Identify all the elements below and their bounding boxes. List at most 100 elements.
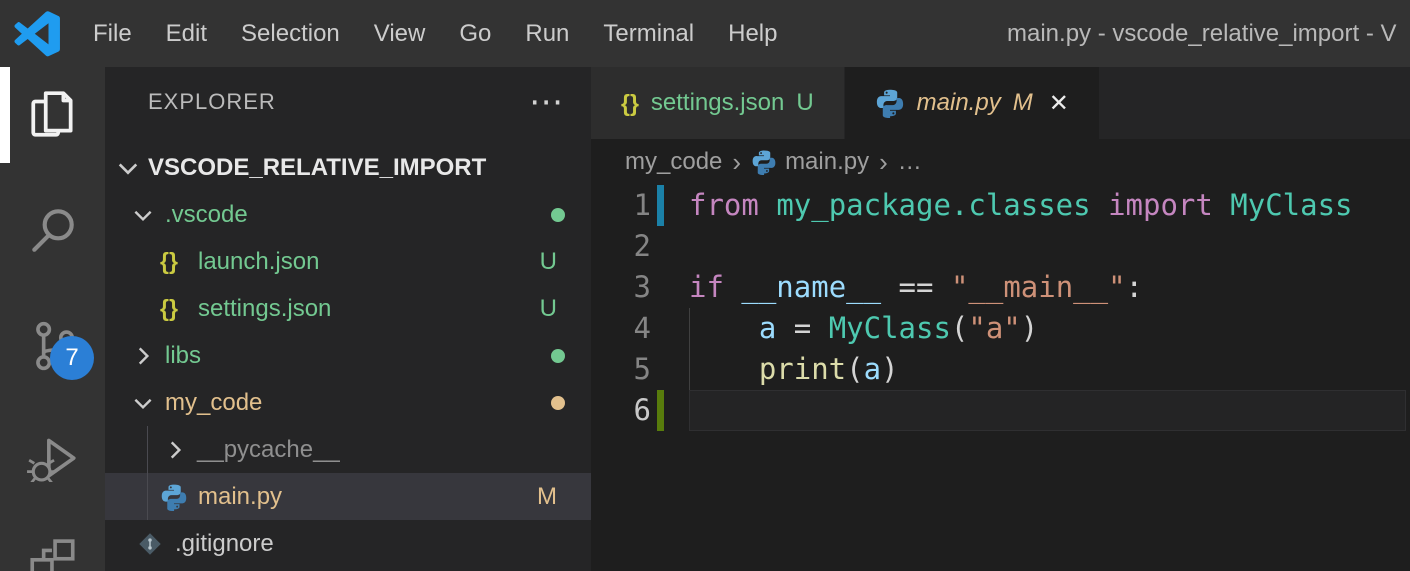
activity-item-extensions[interactable] [0, 517, 105, 571]
extensions-icon [26, 538, 80, 571]
code-line-1[interactable]: 1 from my_package.classes import MyClass [591, 185, 1410, 226]
git-status-dot-icon [551, 207, 565, 222]
window-title: main.py - vscode_relative_import - V [1007, 20, 1397, 47]
chevron-right-icon [131, 344, 157, 368]
tab-label: main.py [916, 89, 1001, 116]
line-number: 1 [633, 188, 651, 222]
python-icon [751, 149, 777, 175]
tab-label: settings.json [650, 89, 785, 116]
menu-item-view[interactable]: View [357, 20, 443, 48]
json-braces-icon: {} [160, 295, 178, 321]
code-line-6[interactable]: 6 [591, 390, 1410, 431]
workspace-root-row[interactable]: VSCODE_RELATIVE_IMPORT [105, 145, 591, 191]
vscode-logo-icon [14, 10, 60, 56]
git-gutter-modified-indicator [657, 185, 664, 226]
tree-item-gitignore[interactable]: .gitignore [105, 520, 591, 567]
python-icon [160, 483, 190, 511]
activity-item-explorer[interactable] [0, 67, 105, 163]
tree-item-label: .gitignore [175, 529, 274, 557]
current-line-highlight [689, 390, 1406, 431]
json-braces-icon: {} [160, 248, 178, 274]
code-line-text: from my_package.classes import MyClass [689, 188, 1353, 222]
json-braces-icon: {} [621, 89, 639, 116]
tree-item-label: my_code [165, 388, 263, 416]
views-and-more-actions-button[interactable]: ⋯ [529, 85, 563, 119]
activity-item-search[interactable] [0, 182, 105, 278]
close-icon[interactable]: ✕ [1049, 89, 1069, 118]
tree-item-settings-json[interactable]: {} settings.json U [105, 285, 591, 332]
git-status-dot-icon [551, 348, 565, 363]
chevron-down-icon [131, 203, 157, 227]
breadcrumb-item-my-code[interactable]: my_code [625, 148, 722, 176]
files-icon [26, 88, 80, 142]
line-number: 5 [633, 352, 651, 386]
tab-main-py[interactable]: main.py M ✕ [844, 67, 1099, 139]
line-number: 3 [633, 270, 651, 304]
code-line-text: a = MyClass("a") [758, 311, 1039, 345]
code-line-4[interactable]: 4 a = MyClass("a") [591, 308, 1410, 349]
breadcrumb-item--[interactable]: … [898, 148, 922, 176]
tree-item-label: main.py [198, 482, 283, 510]
debug-icon [26, 428, 80, 482]
tab-git-badge: U [796, 89, 814, 116]
tree-item-libs[interactable]: libs [105, 332, 591, 379]
git-status-badge: U [539, 247, 557, 275]
code-editor[interactable]: 1 from my_package.classes import MyClass 2… [591, 185, 1410, 431]
menu-item-selection[interactable]: Selection [224, 20, 357, 48]
tree-item-label: __pycache__ [197, 435, 340, 463]
code-line-text: print(a) [758, 352, 899, 386]
code-line-3[interactable]: 3 if __name__ == "__main__": [591, 267, 1410, 308]
explorer-sidebar: EXPLORER ⋯ VSCODE_RELATIVE_IMPORT .vscod… [105, 67, 591, 571]
menu-item-run[interactable]: Run [508, 20, 586, 48]
tab-bar: {} settings.json Umain.py M ✕ [591, 67, 1410, 139]
git-gutter-added-indicator [657, 390, 664, 431]
activity-item-run-and-debug[interactable] [0, 407, 105, 503]
tree-item-pycache[interactable]: __pycache__ [105, 426, 591, 473]
tree-item-label: launch.json [198, 247, 320, 275]
search-icon [26, 203, 80, 257]
code-line-5[interactable]: 5 print(a) [591, 349, 1410, 390]
tab-settings-json[interactable]: {} settings.json U [591, 67, 845, 139]
chevron-down-icon [115, 155, 141, 181]
tree-item-launch-json[interactable]: {} launch.json U [105, 238, 591, 285]
menu-item-help[interactable]: Help [711, 20, 794, 48]
git-status-dot-icon [551, 395, 565, 410]
sidebar-header: EXPLORER ⋯ [105, 67, 591, 137]
tree-item-label: libs [165, 341, 202, 369]
git-status-badge: M [537, 482, 557, 510]
code-line-text: if __name__ == "__main__": [689, 270, 1144, 304]
breadcrumb: my_code › main.py ›… [591, 139, 1410, 185]
title-bar: File Edit Selection View Go Run Terminal Help m… [0, 0, 1410, 67]
python-icon [875, 88, 905, 118]
tree-indent-guide [147, 426, 148, 473]
menu-item-go[interactable]: Go [442, 20, 508, 48]
tree-item-vscode[interactable]: .vscode [105, 191, 591, 238]
activity-bar: 7 [0, 67, 105, 571]
menu-bar: File Edit Selection View Go Run Terminal Help [76, 0, 794, 67]
tab-git-badge: M [1012, 89, 1033, 116]
menu-item-edit[interactable]: Edit [149, 20, 224, 48]
line-number: 6 [633, 393, 651, 427]
editor-group: {} settings.json Umain.py M ✕ my_code › main.p… [591, 67, 1410, 571]
tree-item-main-py[interactable]: main.py M [105, 473, 591, 520]
vscode-window: File Edit Selection View Go Run Terminal Help m… [0, 0, 1410, 571]
workspace-name: VSCODE_RELATIVE_IMPORT [148, 154, 487, 181]
menu-item-terminal[interactable]: Terminal [586, 20, 711, 48]
python-icon [160, 483, 188, 511]
scm-changes-badge: 7 [50, 336, 94, 380]
sidebar-title: EXPLORER [148, 89, 276, 114]
code-line-2[interactable]: 2 [591, 226, 1410, 267]
file-tree: .vscode {} launch.json U {} settings.json Ulib… [105, 191, 591, 567]
tree-indent-guide [147, 473, 148, 520]
tree-item-my-code[interactable]: my_code [105, 379, 591, 426]
git-status-badge: U [539, 294, 557, 322]
breadcrumb-item-main-py[interactable]: main.py [785, 148, 869, 176]
line-number: 2 [633, 229, 651, 263]
menu-item-file[interactable]: File [76, 20, 149, 48]
json-braces-icon: {} [160, 250, 190, 273]
chevron-right-separator-icon: › [879, 146, 888, 177]
json-braces-icon: {} [160, 297, 190, 320]
git-icon [137, 531, 163, 557]
line-number: 4 [633, 311, 651, 345]
tree-item-label: .vscode [165, 200, 248, 228]
